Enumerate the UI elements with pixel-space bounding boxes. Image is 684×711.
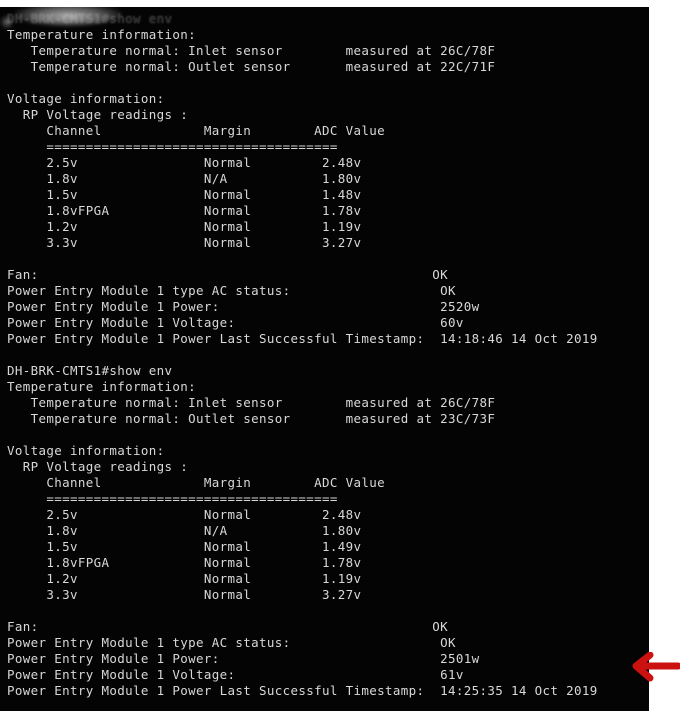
temperature-header-1: Temperature information:	[7, 27, 197, 42]
status-row-pem-voltage-2: Power Entry Module 1 Voltage: 61v	[7, 667, 464, 682]
terminal-window[interactable]: DH-BRK-CMTS1#show env Temperature inform…	[0, 7, 649, 711]
table-row: 1.8v N/A 1.80v	[7, 523, 362, 538]
status-row-pem-power-2: Power Entry Module 1 Power: 2501w	[7, 651, 480, 666]
command-prompt-line-1: DH-BRK-CMTS1#show env	[7, 11, 649, 27]
status-row-pem-type-2: Power Entry Module 1 type AC status: OK	[7, 635, 456, 650]
status-row-pem-voltage-1: Power Entry Module 1 Voltage: 60v	[7, 315, 464, 330]
status-row-fan-1: Fan: OK	[7, 267, 449, 282]
table-row: 1.8v N/A 1.80v	[7, 171, 362, 186]
voltage-table-separator-2: =====================================	[7, 491, 338, 506]
temperature-header-2: Temperature information:	[7, 379, 197, 394]
terminal-output: DH-BRK-CMTS1#show env Temperature inform…	[7, 11, 649, 711]
temperature-row-inlet-2: Temperature normal: Inlet sensor measure…	[7, 395, 496, 410]
voltage-subheader-1: RP Voltage readings :	[7, 107, 189, 122]
status-row-pem-type-1: Power Entry Module 1 type AC status: OK	[7, 283, 456, 298]
table-row: 1.2v Normal 1.19v	[7, 219, 362, 234]
command-prompt-line-2: DH-BRK-CMTS1#show env	[7, 363, 173, 378]
status-row-pem-power-1: Power Entry Module 1 Power: 2520w	[7, 299, 480, 314]
temperature-row-inlet-1: Temperature normal: Inlet sensor measure…	[7, 43, 496, 58]
voltage-table-columns-1: Channel Margin ADC Value	[7, 123, 386, 138]
table-row: 2.5v Normal 2.48v	[7, 507, 362, 522]
table-row: 1.5v Normal 1.49v	[7, 539, 362, 554]
status-row-pem-timestamp-2: Power Entry Module 1 Power Last Successf…	[7, 683, 598, 698]
status-row-fan-2: Fan: OK	[7, 619, 449, 634]
voltage-table-columns-2: Channel Margin ADC Value	[7, 475, 386, 490]
prompt-hostname-1: DH-BRK-CMTS1#show env	[7, 11, 173, 26]
table-row: 3.3v Normal 3.27v	[7, 587, 362, 602]
voltage-header-2: Voltage information:	[7, 443, 165, 458]
temperature-row-outlet-2: Temperature normal: Outlet sensor measur…	[7, 411, 496, 426]
table-row: 1.5v Normal 1.48v	[7, 187, 362, 202]
voltage-table-separator-1: =====================================	[7, 139, 338, 154]
voltage-subheader-2: RP Voltage readings :	[7, 459, 189, 474]
screenshot-root: DH-BRK-CMTS1#show env Temperature inform…	[0, 0, 684, 711]
status-row-pem-timestamp-1: Power Entry Module 1 Power Last Successf…	[7, 331, 598, 346]
temperature-row-outlet-1: Temperature normal: Outlet sensor measur…	[7, 59, 496, 74]
table-row: 3.3v Normal 3.27v	[7, 235, 362, 250]
table-row: 1.8vFPGA Normal 1.78v	[7, 555, 362, 570]
table-row: 1.2v Normal 1.19v	[7, 571, 362, 586]
table-row: 2.5v Normal 2.48v	[7, 155, 362, 170]
table-row: 1.8vFPGA Normal 1.78v	[7, 203, 362, 218]
voltage-header-1: Voltage information:	[7, 91, 165, 106]
